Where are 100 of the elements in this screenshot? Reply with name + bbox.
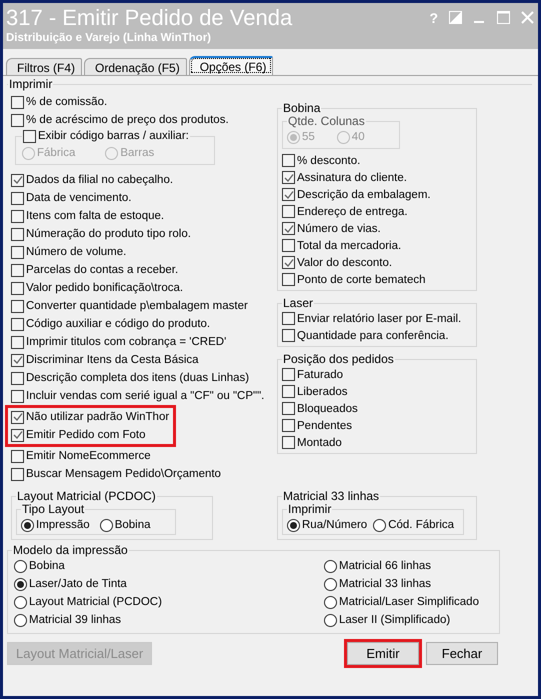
radio-option[interactable]: Bobina (14, 557, 324, 575)
checkbox-option[interactable]: Número de volume. (11, 243, 269, 261)
radio-button[interactable] (373, 518, 386, 532)
checkbox[interactable] (11, 300, 24, 312)
radio-option[interactable]: Cód. Fábrica (373, 516, 454, 534)
checkbox-option[interactable]: Converter quantidade p\embalagem master (11, 297, 269, 315)
checkbox[interactable] (11, 264, 24, 276)
checkbox[interactable] (11, 228, 24, 240)
checkbox[interactable] (282, 154, 295, 167)
tab[interactable]: Opções (F6) (188, 56, 274, 75)
checkbox[interactable] (11, 282, 24, 294)
checkbox-option[interactable]: Montado (282, 434, 470, 451)
checkbox-option[interactable]: Ponto de corte bematech (282, 271, 470, 288)
checkbox[interactable] (282, 222, 295, 235)
checkbox-option[interactable]: Pendentes (282, 417, 470, 434)
radio-option[interactable]: Impressão (21, 516, 90, 534)
checkbox-option[interactable]: Data de vencimento. (11, 189, 269, 207)
checkbox-option[interactable]: Emitir NomeEcommerce (11, 447, 269, 465)
radio-option[interactable]: Laser II (Simplificado) (324, 611, 495, 629)
checkbox[interactable] (11, 114, 24, 126)
checkbox-option[interactable]: Itens com falta de estoque. (11, 207, 269, 225)
radio-option[interactable]: Bobina (100, 516, 150, 534)
group-title: Matricial 33 linhas (282, 490, 380, 503)
checkbox-option[interactable]: Parcelas do contas a receber. (11, 261, 269, 279)
radio-option[interactable]: Matricial 39 linhas (14, 611, 324, 629)
checkbox-option[interactable]: Número de vias. (282, 220, 470, 237)
radio-option[interactable]: Matricial 33 linhas (324, 575, 495, 593)
checkbox[interactable] (282, 436, 295, 449)
group-title: Imprimir (8, 78, 54, 91)
tab[interactable]: Ordenação (F5) (84, 58, 187, 75)
checkbox[interactable] (282, 188, 295, 201)
radio-button[interactable] (324, 578, 337, 590)
radio-button[interactable] (14, 578, 27, 590)
checkbox-option[interactable]: Não utilizar padrão WinThor (11, 408, 170, 426)
checkbox-option[interactable]: % de comissão. (11, 93, 269, 111)
checkbox-option[interactable]: Quantidade para conferência. (282, 327, 470, 344)
checkbox[interactable] (11, 354, 24, 366)
checkbox[interactable] (282, 385, 295, 398)
radio-button[interactable] (324, 614, 337, 626)
checkbox-option[interactable]: Bloqueados (282, 400, 470, 417)
radio-option[interactable]: Matricial 66 linhas (324, 557, 495, 575)
checkbox[interactable] (11, 174, 24, 186)
checkbox[interactable] (11, 336, 24, 348)
checkbox-option[interactable]: % desconto. (282, 152, 470, 169)
checkbox-option[interactable]: Descrição completa dos itens (duas Linhas) (11, 369, 269, 387)
checkbox[interactable] (11, 96, 24, 108)
radio-button[interactable] (324, 596, 337, 608)
checkbox[interactable] (11, 192, 24, 204)
checkbox-option[interactable]: Liberados (282, 383, 470, 400)
checkbox-option[interactable]: Discriminar Itens da Cesta Básica (11, 351, 269, 369)
tab[interactable]: Filtros (F4) (6, 58, 82, 75)
dialog-button[interactable]: Fechar (426, 642, 498, 665)
checkbox-option[interactable]: Enviar relatório laser por E-mail. (282, 310, 470, 327)
checkbox-option[interactable]: Emitir Pedido com Foto (11, 426, 170, 444)
checkbox[interactable] (282, 171, 295, 184)
checkbox[interactable] (11, 318, 24, 330)
checkbox-option[interactable]: Assinatura do cliente. (282, 169, 470, 186)
checkbox-option[interactable]: Faturado (282, 366, 470, 383)
checkbox[interactable] (282, 368, 295, 381)
radio-button[interactable] (287, 518, 300, 532)
radio-button[interactable] (14, 614, 27, 626)
checkbox-option[interactable]: Valor do desconto. (282, 254, 470, 271)
checkbox-option[interactable]: Númeração do produto tipo rolo. (11, 225, 269, 243)
checkbox-option[interactable]: Incluir vendas com serié igual a "CF" ou "CP"". (11, 387, 269, 405)
window-subtitle: Distribuição e Varejo (Linha WinThor) (6, 31, 212, 45)
checkbox-option[interactable]: Descrição da embalagem. (282, 186, 470, 203)
checkbox[interactable] (282, 419, 295, 432)
radio-option[interactable]: Rua/Número (287, 516, 368, 534)
radio-button[interactable] (21, 518, 34, 532)
checkbox-option[interactable]: % de acréscimo de preço dos produtos. (11, 111, 269, 129)
radio-button[interactable] (324, 560, 337, 572)
checkbox[interactable] (282, 205, 295, 218)
checkbox[interactable] (11, 372, 24, 384)
checkbox-option[interactable]: Total da mercadoria. (282, 237, 470, 254)
checkbox[interactable] (282, 402, 295, 415)
checkbox[interactable] (11, 468, 24, 480)
checkbox[interactable] (282, 256, 295, 269)
checkbox[interactable] (11, 246, 24, 258)
checkbox[interactable] (282, 273, 295, 286)
checkbox[interactable] (282, 239, 295, 252)
checkbox[interactable] (282, 312, 295, 325)
radio-option[interactable]: Layout Matricial (PCDOC) (14, 593, 324, 611)
checkbox[interactable] (11, 428, 24, 442)
radio-button[interactable] (100, 518, 113, 532)
radio-option[interactable]: Matricial/Laser Simplificado (324, 593, 495, 611)
checkbox-option[interactable]: Imprimir titulos com cobrança = 'CRED' (11, 333, 269, 351)
checkbox[interactable] (11, 390, 24, 402)
checkbox[interactable] (11, 410, 24, 424)
checkbox[interactable] (282, 329, 295, 342)
radio-button[interactable] (14, 560, 27, 572)
checkbox-option[interactable]: Código auxiliar e código do produto. (11, 315, 269, 333)
checkbox-option[interactable]: Dados da filial no cabeçalho. (11, 171, 269, 189)
dialog-button[interactable]: Emitir (347, 642, 419, 665)
radio-option[interactable]: Laser/Jato de Tinta (14, 575, 324, 593)
checkbox[interactable] (11, 210, 24, 222)
checkbox-option[interactable]: Buscar Mensagem Pedido\Orçamento (11, 465, 269, 483)
checkbox[interactable] (11, 450, 24, 462)
checkbox-option[interactable]: Valor pedido bonificação\troca. (11, 279, 269, 297)
radio-button[interactable] (14, 596, 27, 608)
checkbox-option[interactable]: Endereço de entrega. (282, 203, 470, 220)
